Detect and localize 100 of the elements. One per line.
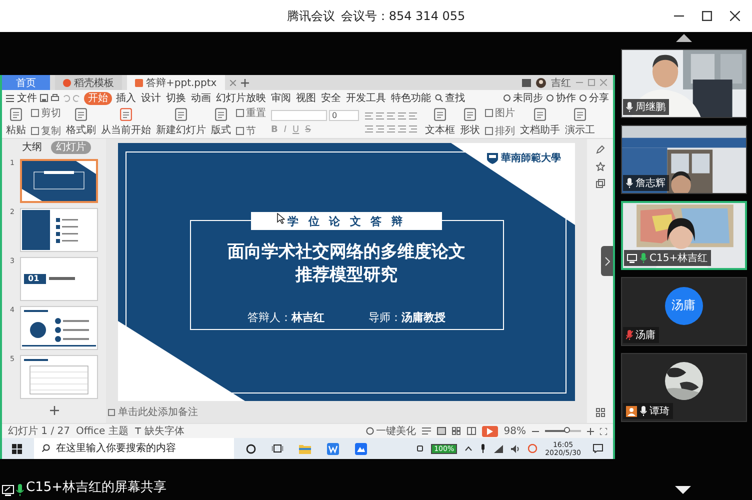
ribbon-button[interactable]: 版式 — [211, 108, 231, 136]
notification-icon[interactable] — [593, 444, 603, 453]
ribbon-button[interactable]: 粘贴 — [6, 108, 26, 136]
ribbon-button[interactable]: 剪切 — [31, 106, 61, 120]
user-name[interactable]: 吉红 — [551, 76, 571, 90]
crest-icon — [487, 152, 498, 164]
speaker-icon[interactable] — [511, 444, 520, 452]
ribbon-button[interactable]: 节 — [236, 124, 266, 138]
windows-logo-icon[interactable] — [12, 444, 22, 454]
screen-share-label: C15+林吉红的屏幕共享 — [26, 479, 167, 496]
document-tab[interactable]: 答辩+ppt.pptx — [127, 75, 225, 90]
ribbon-button[interactable]: 复制 — [31, 124, 61, 138]
play-icon — [486, 428, 493, 434]
document-icon — [75, 108, 87, 120]
avatar-icon[interactable] — [536, 78, 546, 88]
participant-tile[interactable]: 詹志辉 — [620, 125, 746, 194]
participant-name: C15+林吉红 — [650, 252, 708, 265]
host-icon — [626, 406, 636, 416]
ribbon-tab[interactable]: 开发工具 — [345, 92, 387, 104]
reading-view-icon[interactable] — [466, 427, 476, 435]
ribbon-tab[interactable]: 动画 — [190, 92, 212, 104]
menu-icon[interactable] — [6, 94, 14, 102]
participant-name: 谭琦 — [650, 405, 670, 418]
screen-share-icon — [626, 254, 636, 262]
font-size-field[interactable]: 0 — [329, 110, 359, 120]
slide-subtitle: 学 位 论 文 答 辩 — [251, 212, 442, 230]
add-slide-icon[interactable] — [50, 406, 58, 415]
ribbon-button[interactable]: 重置 — [236, 106, 266, 120]
toolbar-action[interactable]: 分享 — [579, 91, 609, 105]
missing-fonts-button[interactable]: 缺失字体 — [134, 424, 184, 438]
close-icon[interactable] — [730, 11, 740, 21]
cortana-icon[interactable] — [246, 444, 256, 454]
font-icon — [134, 427, 142, 435]
panel-tab[interactable]: 大纲 — [17, 141, 47, 154]
font-name-field[interactable] — [271, 110, 327, 120]
pen-icon[interactable] — [596, 145, 604, 154]
document-icon — [175, 108, 187, 120]
document-icon — [464, 108, 476, 120]
search-field[interactable]: 在这里输入你要搜索的内容 — [34, 438, 234, 459]
save-icon[interactable] — [40, 94, 48, 102]
search-button[interactable]: 查找 — [435, 91, 465, 105]
microphone-icon[interactable] — [480, 444, 486, 453]
document-tab[interactable]: 首页 — [2, 75, 50, 90]
normal-view-icon[interactable] — [436, 427, 446, 435]
ribbon-button[interactable]: 文本框 — [425, 108, 455, 136]
folder-icon[interactable] — [299, 444, 311, 454]
participant-name: 周继鹏 — [636, 100, 666, 114]
ribbon-tab[interactable]: 安全 — [320, 92, 342, 104]
beautify-button[interactable]: 一键美化 — [366, 424, 416, 438]
participant-name: 詹志辉 — [636, 176, 666, 190]
document-tab[interactable]: 稻壳模板 — [55, 75, 122, 90]
chevron-up-icon[interactable] — [465, 446, 472, 451]
copy-icon[interactable] — [596, 179, 604, 188]
ribbon-tab[interactable]: 插入 — [115, 92, 137, 104]
antivirus-icon[interactable] — [528, 444, 538, 453]
ribbon-tab[interactable]: 切换 — [165, 92, 187, 104]
square-icon — [236, 127, 244, 135]
ribbon-tab[interactable]: 视图 — [295, 92, 317, 104]
zoom-in-icon[interactable] — [587, 428, 594, 434]
slide-thumbnail[interactable]: 01 — [20, 257, 98, 301]
participant-tile[interactable]: C15+林吉红 — [620, 201, 746, 270]
grid-view-icon[interactable] — [452, 427, 461, 435]
play-button[interactable] — [482, 426, 498, 436]
print-icon[interactable] — [51, 94, 59, 102]
fit-icon[interactable] — [600, 428, 607, 434]
maximize-icon[interactable] — [702, 11, 712, 21]
ribbon-button[interactable]: 格式刷 — [66, 108, 96, 136]
panel-toggle[interactable] — [601, 246, 613, 276]
ribbon-tab[interactable]: 特色功能 — [390, 92, 432, 104]
window-icon[interactable] — [522, 78, 531, 86]
meeting-app-icon[interactable] — [355, 442, 367, 454]
grid-icon[interactable] — [596, 408, 604, 417]
star-icon[interactable] — [596, 162, 604, 171]
ribbon-button[interactable]: 新建幻灯片 — [156, 108, 206, 136]
scroll-up-icon[interactable] — [676, 34, 692, 42]
file-menu[interactable]: 文件 — [17, 91, 37, 105]
ribbon-button[interactable]: 排列 — [485, 124, 515, 138]
notes-placeholder[interactable]: 单击此处添加备注 — [118, 405, 198, 419]
avatar: 汤庸 — [664, 286, 702, 324]
participant-tile[interactable]: 周继鹏 — [620, 49, 746, 118]
ribbon-button[interactable]: 演示工 — [565, 108, 595, 136]
view-list-icon[interactable] — [422, 427, 431, 435]
toolbar-action[interactable]: 未同步 — [503, 91, 543, 105]
wps-app-icon[interactable] — [327, 442, 339, 454]
ribbon-button[interactable]: 文档助手 — [520, 108, 560, 136]
task-view-icon[interactable] — [272, 444, 283, 453]
ribbon-tab[interactable]: 幻灯片放映 — [215, 92, 267, 104]
wifi-icon[interactable] — [494, 444, 504, 452]
app-title: 腾讯会议 — [286, 8, 335, 24]
ribbon-tab[interactable]: 设计 — [140, 92, 162, 104]
ribbon-button[interactable]: 形状 — [460, 108, 480, 136]
add-tab-icon[interactable] — [240, 78, 249, 86]
scroll-down-icon[interactable] — [675, 486, 691, 494]
document-icon — [215, 108, 227, 120]
participant-tile[interactable]: 谭琦 — [620, 353, 746, 422]
ribbon-button[interactable]: 图片 — [485, 106, 515, 120]
ribbon-button[interactable]: 从当前开始 — [101, 108, 151, 136]
toolbar-action[interactable]: 协作 — [546, 91, 576, 105]
ribbon-tab[interactable]: 审阅 — [270, 92, 292, 104]
participant-tile[interactable]: 汤庸 汤庸 — [620, 277, 746, 346]
